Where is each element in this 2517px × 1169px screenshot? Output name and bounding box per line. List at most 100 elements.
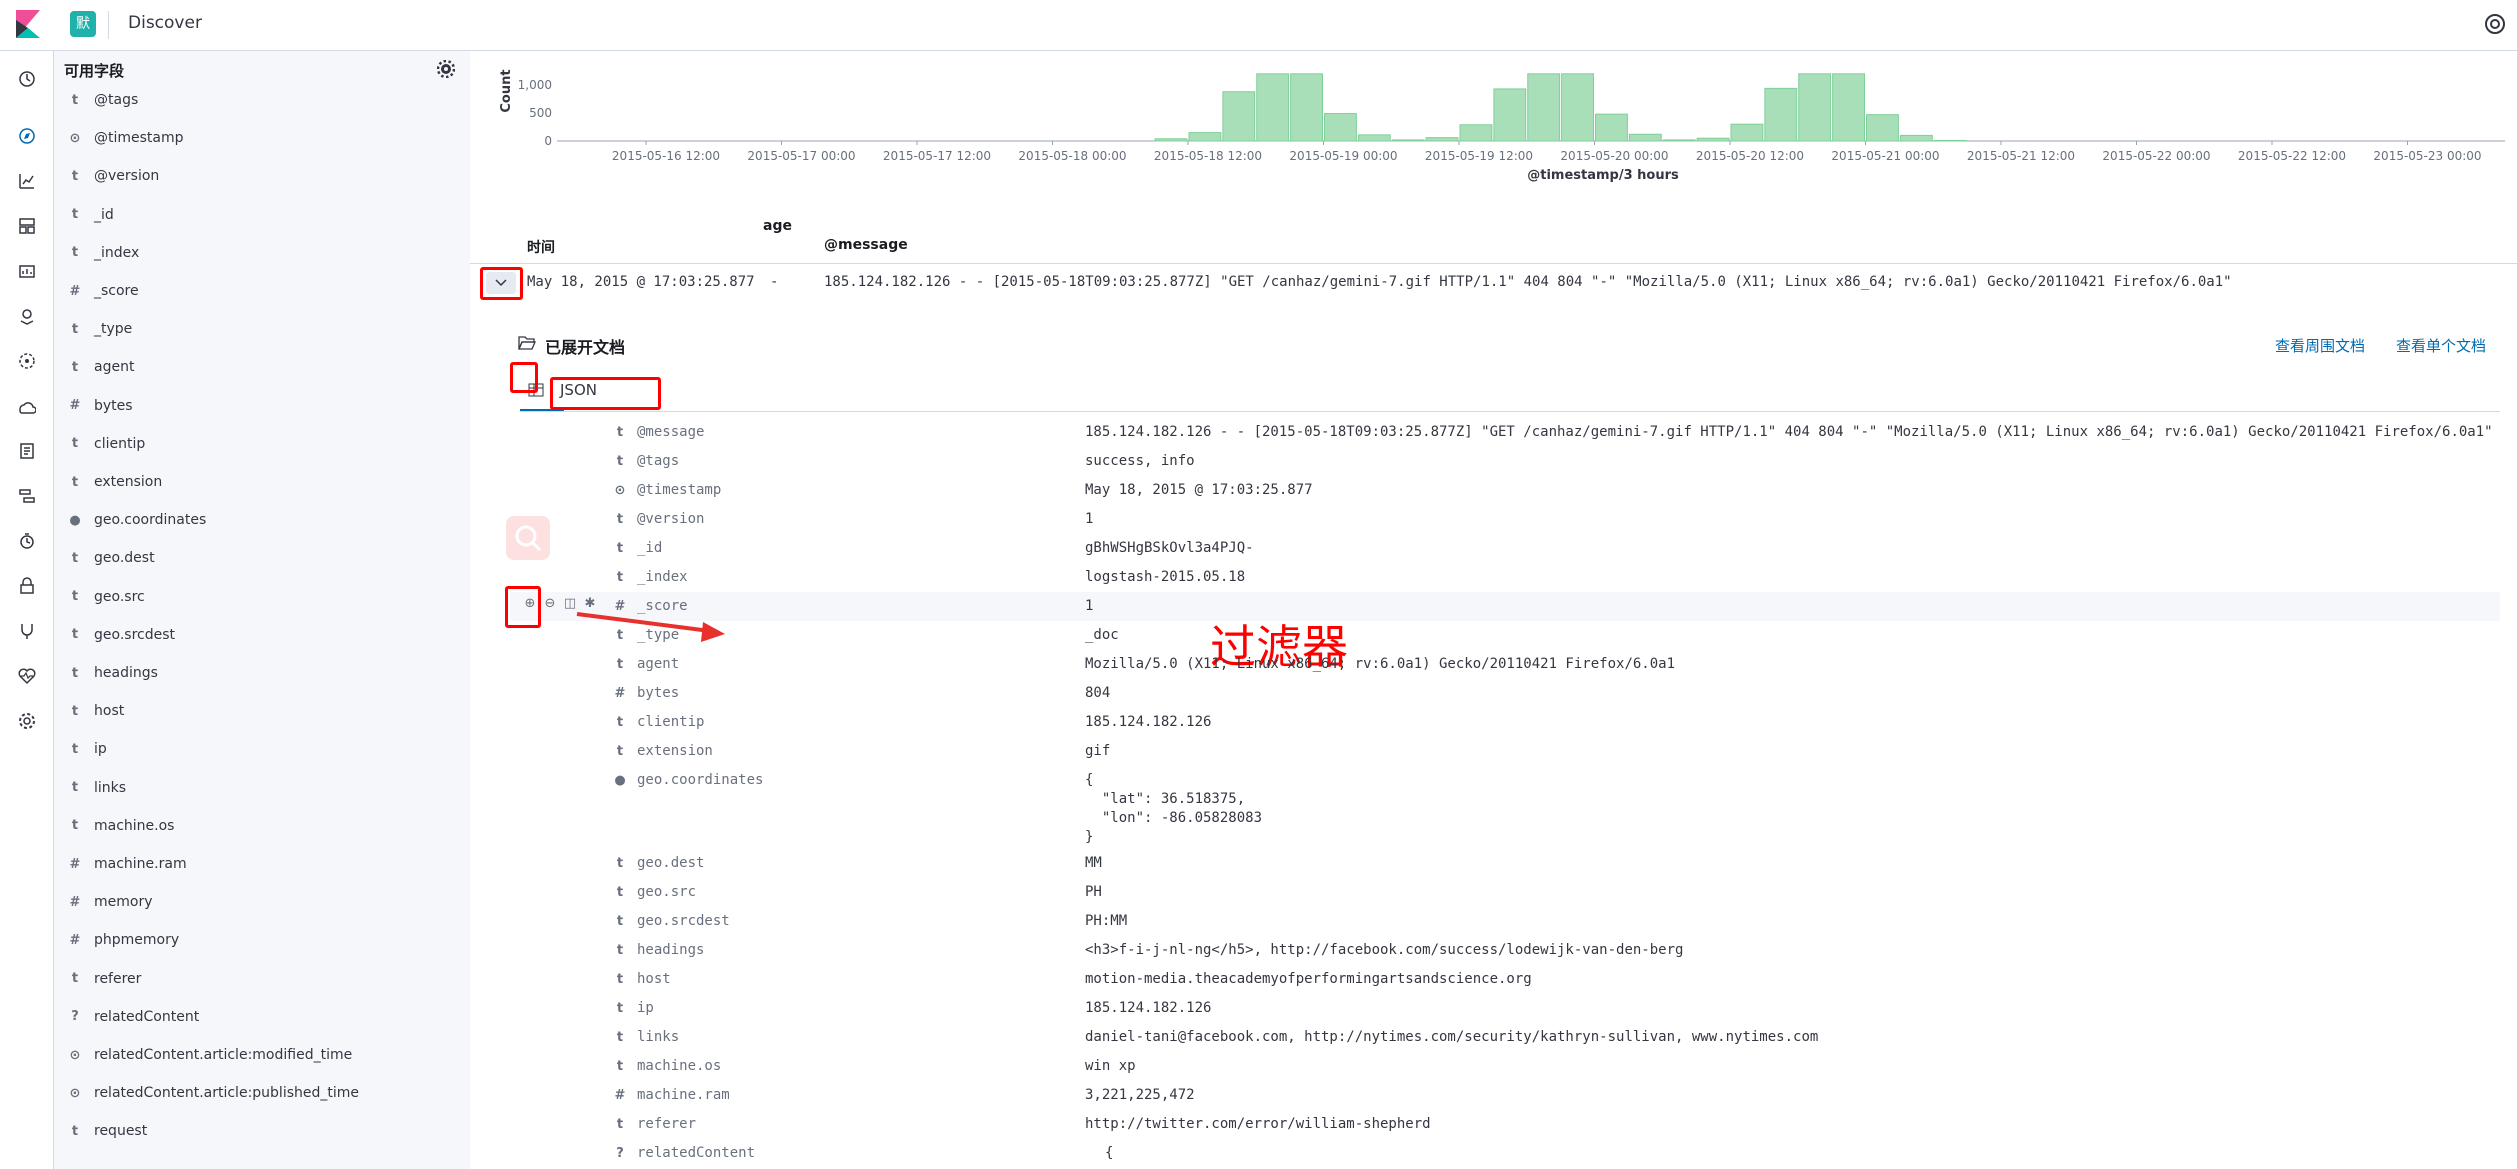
doc-field-row: t links daniel-tani@facebook.com, http://n… bbox=[610, 1023, 2510, 1052]
view-surrounding-link[interactable]: 查看周围文档 bbox=[2275, 335, 2365, 356]
y-axis-label: Count bbox=[499, 69, 514, 112]
doc-field-name: extension bbox=[637, 743, 713, 759]
search-icon bbox=[515, 525, 542, 552]
field-name: links bbox=[94, 779, 127, 796]
x-tick-label: 2015-05-23 00:00 bbox=[2373, 149, 2481, 163]
sidebar-field-request[interactable]: t request bbox=[64, 1116, 454, 1146]
sidebar-field-relatedContent[interactable]: ? relatedContent bbox=[64, 1002, 454, 1032]
field-type-icon: t bbox=[616, 856, 624, 871]
field-type-icon: ⊙ bbox=[69, 130, 81, 146]
field-type-icon: t bbox=[616, 1001, 624, 1016]
apm-icon[interactable] bbox=[15, 484, 39, 508]
sidebar-field-machine-os[interactable]: t machine.os bbox=[64, 811, 454, 841]
field-type-icon: ● bbox=[69, 512, 81, 528]
canvas-icon[interactable] bbox=[15, 259, 39, 283]
doc-field-name: @tags bbox=[637, 453, 680, 469]
field-type-icon: # bbox=[69, 894, 81, 910]
maps-icon[interactable] bbox=[15, 304, 39, 328]
col-header-time[interactable]: 时间 bbox=[527, 237, 555, 257]
logs-icon[interactable] bbox=[15, 439, 39, 463]
sidebar-field-agent[interactable]: t agent bbox=[64, 352, 454, 382]
doc-field-row: # _score 1 bbox=[610, 592, 2510, 621]
sidebar-field--version[interactable]: t @version bbox=[64, 161, 454, 191]
uptime-icon[interactable] bbox=[15, 529, 39, 553]
y-tick-label: 1,000 bbox=[518, 78, 552, 92]
doc-field-name: headings bbox=[637, 942, 705, 958]
x-tick-label: 2015-05-21 12:00 bbox=[1967, 149, 2075, 163]
histogram-bar bbox=[1628, 133, 1662, 142]
sidebar-field--score[interactable]: # _score bbox=[64, 276, 454, 306]
sidebar-field--id[interactable]: t _id bbox=[64, 200, 454, 230]
sidebar-field-ip[interactable]: t ip bbox=[64, 734, 454, 764]
sidebar-field--type[interactable]: t _type bbox=[64, 314, 454, 344]
field-type-icon: # bbox=[69, 283, 81, 299]
sidebar-field-geo-dest[interactable]: t geo.dest bbox=[64, 543, 454, 573]
sidebar-field-machine-ram[interactable]: # machine.ram bbox=[64, 849, 454, 879]
doc-field-row: ● geo.coordinates { "lat": 36.518375, "lon… bbox=[610, 766, 2510, 845]
sidebar-field--tags[interactable]: t @tags bbox=[64, 85, 454, 115]
histogram-chart: Count 0 500 1,000 2015-05-16 12:00 2015-05-17… bbox=[470, 51, 2517, 191]
histogram-bar bbox=[1866, 114, 1899, 142]
field-name: headings bbox=[94, 665, 158, 681]
sidebar-field-bytes[interactable]: # bytes bbox=[64, 391, 454, 421]
field-type-icon: ⊙ bbox=[69, 1085, 81, 1101]
x-tick-label: 2015-05-16 12:00 bbox=[612, 149, 720, 163]
x-tick-label: 2015-05-17 12:00 bbox=[883, 149, 991, 163]
sidebar-field-geo-src[interactable]: t geo.src bbox=[64, 582, 454, 612]
sidebar-field-headings[interactable]: t headings bbox=[64, 658, 454, 688]
histogram-bar bbox=[1730, 123, 1764, 142]
recent-clock-icon[interactable] bbox=[15, 67, 39, 91]
doc-field-name: referer bbox=[637, 1116, 697, 1132]
histogram-bar bbox=[1425, 137, 1459, 142]
field-type-icon: # bbox=[614, 686, 626, 701]
sidebar-field-geo-srcdest[interactable]: t geo.srcdest bbox=[64, 620, 454, 650]
doc-field-value: motion-media.theacademyofperformingartsa… bbox=[1085, 971, 1532, 987]
doc-field-value: 185.124.182.126 bbox=[1085, 714, 1212, 730]
x-tick-label: 2015-05-19 00:00 bbox=[1289, 149, 1397, 163]
doc-field-row: t geo.dest MM bbox=[610, 849, 2510, 878]
x-tick-label: 2015-05-22 00:00 bbox=[2102, 149, 2210, 163]
kibana-logo-icon[interactable] bbox=[14, 10, 42, 38]
infrastructure-icon[interactable] bbox=[15, 394, 39, 418]
monitoring-icon[interactable] bbox=[15, 664, 39, 688]
siem-lock-icon[interactable] bbox=[15, 574, 39, 598]
histogram-svg: Count 0 500 1,000 2015-05-16 12:00 2015-05-17… bbox=[499, 69, 2505, 183]
sidebar-field-extension[interactable]: t extension bbox=[64, 467, 454, 497]
sidebar-field--index[interactable]: t _index bbox=[64, 238, 454, 268]
dev-tools-icon[interactable] bbox=[15, 619, 39, 643]
discover-compass-icon[interactable] bbox=[15, 124, 39, 148]
doc-field-name: bytes bbox=[637, 685, 680, 701]
visualize-chart-icon[interactable] bbox=[15, 169, 39, 193]
sidebar-field-geo-coordinates[interactable]: ● geo.coordinates bbox=[64, 505, 454, 535]
sidebar-field-referer[interactable]: t referer bbox=[64, 964, 454, 994]
field-type-icon: t bbox=[616, 744, 624, 759]
view-single-link[interactable]: 查看单个文档 bbox=[2396, 335, 2486, 356]
histogram-bar bbox=[1357, 134, 1391, 142]
doc-field-row: t extension gif bbox=[610, 737, 2510, 766]
sidebar-field-links[interactable]: t links bbox=[64, 773, 454, 803]
field-name: relatedContent.article:modified_time bbox=[94, 1047, 353, 1063]
field-type-icon: t bbox=[71, 780, 79, 796]
filter-out-value-icon[interactable]: ⊖ bbox=[542, 596, 558, 612]
dashboard-icon[interactable] bbox=[15, 214, 39, 238]
field-type-icon: t bbox=[71, 1123, 79, 1139]
space-avatar[interactable]: 默 bbox=[70, 11, 96, 37]
col-header-message[interactable]: @message bbox=[824, 237, 908, 253]
sidebar-field-host[interactable]: t host bbox=[64, 696, 454, 726]
sidebar-field-clientip[interactable]: t clientip bbox=[64, 429, 454, 459]
sidebar-field-memory[interactable]: # memory bbox=[64, 887, 454, 917]
management-gear-icon[interactable] bbox=[15, 709, 39, 733]
sidebar-field-relatedContent-article-published-time[interactable]: ⊙ relatedContent.article:published_time bbox=[64, 1078, 454, 1108]
help-icon[interactable] bbox=[2483, 12, 2507, 36]
gear-icon[interactable] bbox=[437, 60, 455, 78]
sidebar-field--timestamp[interactable]: ⊙ @timestamp bbox=[64, 123, 454, 153]
ml-icon[interactable] bbox=[15, 349, 39, 373]
sidebar-field-relatedContent-article-modified-time[interactable]: ⊙ relatedContent.article:modified_time bbox=[64, 1040, 454, 1070]
x-axis-label: @timestamp/3 hours bbox=[1527, 168, 1679, 183]
doc-field-row: t @message 185.124.182.126 - - [2015-05-18… bbox=[610, 418, 2510, 447]
sidebar-field-phpmemory[interactable]: # phpmemory bbox=[64, 925, 454, 955]
x-tick-label: 2015-05-21 00:00 bbox=[1831, 149, 1939, 163]
field-type-icon: ? bbox=[71, 1009, 79, 1025]
col-header-age[interactable]: age bbox=[763, 218, 792, 234]
field-type-icon: # bbox=[614, 599, 626, 614]
